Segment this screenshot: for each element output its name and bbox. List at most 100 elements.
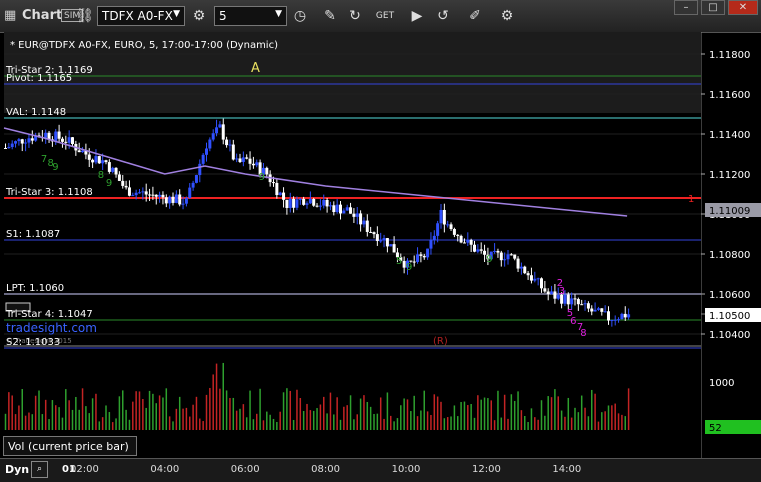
- candle-body: [184, 198, 188, 204]
- candle-body: [603, 311, 607, 313]
- tool-settings-icon[interactable]: ⚙: [497, 6, 517, 26]
- candle-body: [449, 224, 453, 230]
- current-volume-tag-text: 52: [709, 423, 722, 434]
- candle-body: [623, 313, 627, 318]
- candle-body: [134, 192, 138, 196]
- ma-price-tag-text: 1.11009: [709, 206, 750, 217]
- price-axis-label: 1.11200: [709, 170, 750, 181]
- title-bar: ▦ Chart SIM ⛓ TDFX A0-FX ▼ ⚙ 5 ▼ ◷ ✎ ↻ G…: [0, 0, 761, 33]
- settings-icon[interactable]: ⚙: [189, 6, 209, 26]
- candle-body: [168, 196, 172, 204]
- candle-body: [389, 244, 393, 247]
- candle-body: [178, 194, 182, 205]
- candle-body: [536, 278, 540, 280]
- volume-panel-label[interactable]: Vol (current price bar): [3, 436, 137, 456]
- price-chart[interactable]: 7 8989995 9235678 * EUR@TDFX A0-FX, EURO, …: [0, 32, 761, 458]
- close-button[interactable]: ✕: [728, 0, 758, 15]
- undo-icon[interactable]: ↺: [433, 6, 453, 26]
- candle-body: [456, 234, 460, 236]
- candle-body: [151, 194, 155, 196]
- sequence-number: 9: [106, 178, 112, 189]
- interval-dropdown-icon[interactable]: ▼: [275, 9, 282, 19]
- candle-body: [516, 258, 520, 269]
- eraser-icon[interactable]: ✐: [465, 6, 485, 26]
- candle-body: [436, 223, 440, 236]
- maximize-button[interactable]: □: [701, 0, 725, 15]
- candle-body: [275, 182, 279, 195]
- symbol-input[interactable]: TDFX A0-FX ▼: [97, 6, 185, 26]
- candle-body: [20, 139, 24, 144]
- interval-input[interactable]: 5 ▼: [214, 6, 287, 26]
- level-label: VAL: 1.1148: [6, 107, 66, 118]
- candle-body: [355, 213, 359, 217]
- candle-body: [385, 238, 389, 247]
- candle-body: [533, 278, 537, 281]
- candle-body: [473, 244, 476, 252]
- candle-body: [590, 308, 594, 312]
- candle-body: [493, 250, 497, 252]
- candle-body: [617, 319, 621, 321]
- candle-body: [201, 154, 205, 164]
- sequence-number: 9: [406, 262, 412, 273]
- chart-window-icon: ▦: [4, 8, 17, 23]
- candle-body: [446, 224, 450, 226]
- clock-icon[interactable]: ◷: [290, 6, 310, 26]
- time-axis-label: 06:00: [231, 464, 260, 475]
- candle-body: [432, 235, 436, 241]
- link-icon[interactable]: ⛓: [75, 6, 95, 26]
- price-axis[interactable]: 1.118001.116001.114001.112001.110001.108…: [701, 32, 761, 458]
- candle-body: [117, 174, 121, 181]
- candle-body: [138, 192, 141, 194]
- candle-body: [94, 156, 98, 163]
- candle-body: [540, 278, 543, 289]
- price-axis-labels: 1.118001.116001.114001.112001.110001.108…: [701, 50, 750, 341]
- minimize-button[interactable]: –: [674, 0, 698, 15]
- candle-body: [288, 198, 292, 208]
- time-axis-label: 12:00: [472, 464, 501, 475]
- get-icon[interactable]: GET: [375, 6, 395, 26]
- candle-body: [365, 220, 369, 232]
- level-label: S2: 1.1033: [6, 337, 60, 348]
- price-axis-label: 1.11600: [709, 90, 750, 101]
- candle-body: [550, 291, 554, 294]
- candle-body: [328, 205, 332, 207]
- candle-body: [392, 244, 396, 253]
- candle-body: [81, 150, 85, 153]
- cycle-icon[interactable]: ↻: [345, 6, 365, 26]
- candle-body: [375, 234, 379, 241]
- sequence-number: 8: [98, 170, 104, 181]
- candle-body: [215, 127, 219, 134]
- candle-body: [14, 141, 18, 144]
- candle-body: [322, 199, 326, 206]
- candle-body: [218, 124, 222, 128]
- candle-body: [194, 175, 198, 183]
- time-axis-label: 14:00: [552, 464, 581, 475]
- candle-body: [241, 157, 245, 162]
- candle-body: [171, 196, 175, 203]
- candles: [4, 118, 631, 327]
- candle-body: [312, 198, 316, 206]
- draw-icon[interactable]: ✎: [320, 6, 340, 26]
- candle-body: [576, 299, 580, 305]
- r-marker: (R): [433, 336, 448, 347]
- candle-body: [412, 261, 416, 263]
- candle-body: [10, 143, 14, 148]
- candle-body: [613, 319, 617, 321]
- candle-body: [54, 131, 58, 142]
- candle-body: [416, 254, 420, 262]
- candle-body: [359, 213, 363, 225]
- candle-body: [509, 254, 513, 256]
- candle-body: [107, 162, 111, 172]
- candle-body: [342, 210, 346, 214]
- sequence-number: 5: [396, 256, 402, 267]
- candle-body: [4, 148, 7, 149]
- candle-body: [251, 163, 255, 166]
- candle-body: [211, 133, 215, 140]
- candle-body: [469, 239, 473, 245]
- play-icon[interactable]: ▶: [407, 6, 427, 26]
- symbol-dropdown-icon[interactable]: ▼: [173, 9, 180, 19]
- candle-body: [466, 239, 470, 243]
- candle-body: [352, 213, 356, 217]
- candle-body: [221, 124, 225, 140]
- candle-body: [526, 273, 530, 276]
